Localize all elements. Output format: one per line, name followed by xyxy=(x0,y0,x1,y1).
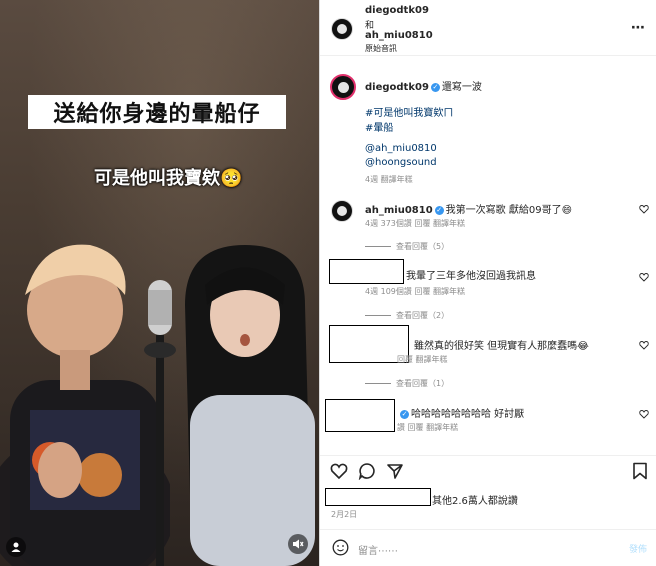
like-comment-icon[interactable] xyxy=(639,340,649,350)
header-username-2[interactable]: ah_miu0810 xyxy=(365,30,433,41)
header-audio-link[interactable]: 原始音訊 xyxy=(365,43,397,54)
replies-divider xyxy=(365,383,391,384)
caption-mention-2[interactable]: @hoongsound xyxy=(365,157,437,168)
verified-icon: ✓ xyxy=(400,409,409,419)
heart-icon[interactable] xyxy=(330,462,348,480)
comment-icon[interactable] xyxy=(358,462,376,480)
comment-4-line: ✓ 哈哈哈哈哈哈哈哈 好討厭 xyxy=(398,405,524,420)
actions-divider xyxy=(320,455,656,456)
comment-2-text: 我暈了三年多他沒回過我訊息 xyxy=(406,271,536,282)
comment-avatar[interactable] xyxy=(331,200,353,222)
likes-count[interactable]: 其他2.6萬人都說讚 xyxy=(432,492,518,507)
video-caption-box: 送給你身邊的暈船仔 xyxy=(28,95,286,129)
view-replies-3[interactable]: 查看回覆（1） xyxy=(396,378,449,389)
post-date: 2月2日 xyxy=(331,510,358,519)
more-options-icon[interactable]: ⋯ xyxy=(631,20,645,36)
emoji-icon[interactable] xyxy=(332,539,349,556)
verified-icon: ✓ xyxy=(430,82,440,92)
header-avatar[interactable] xyxy=(331,18,353,40)
caption-text: 還寫一波 xyxy=(441,82,482,93)
view-replies-2[interactable]: 查看回覆（2） xyxy=(396,310,449,321)
comment-1-text: 我第一次寫歌 獻給09哥了😄 xyxy=(445,205,572,216)
like-comment-icon[interactable] xyxy=(639,204,649,214)
caption-username[interactable]: diegodtk09 xyxy=(365,82,429,93)
caption-hashtag-1[interactable]: #可是他叫我寶欸ㄇ xyxy=(365,104,453,119)
post-video[interactable]: 送給你身邊的暈船仔 可是他叫我寶欸🥺 xyxy=(0,0,319,566)
save-icon[interactable] xyxy=(632,462,648,480)
replies-divider xyxy=(365,246,391,247)
mute-icon[interactable] xyxy=(288,534,308,554)
redacted-liker xyxy=(325,488,431,506)
share-icon[interactable] xyxy=(386,462,404,480)
like-comment-icon[interactable] xyxy=(639,272,649,282)
comment-1-line: ah_miu0810 ✓ 我第一次寫歌 獻給09哥了😄 xyxy=(365,201,572,216)
caption-meta: 4週 翻譯年糕 xyxy=(365,175,413,184)
caption-mention-1[interactable]: @ah_miu0810 xyxy=(365,143,437,154)
comment-4-text: 哈哈哈哈哈哈哈哈 好討厭 xyxy=(411,409,525,420)
comment-input[interactable]: 留言⋯⋯ xyxy=(358,542,398,557)
caption-avatar[interactable] xyxy=(330,74,356,100)
replies-divider xyxy=(365,315,391,316)
verified-icon: ✓ xyxy=(434,205,444,215)
comment-3-text: 雖然真的很好笑 但現實有人那麼蠢嗎😂 xyxy=(414,341,589,352)
view-replies-1[interactable]: 查看回覆（5） xyxy=(396,241,449,252)
post-header: diegodtk09 和 ah_miu0810 原始音訊 ⋯ xyxy=(320,0,656,56)
singer-right xyxy=(185,245,315,566)
video-subcaption: 可是他叫我寶欸🥺 xyxy=(94,168,243,189)
comment-2-meta[interactable]: 4週 109個讚 回覆 翻譯年糕 xyxy=(365,286,465,297)
user-tag-icon[interactable] xyxy=(6,537,26,557)
post-comment-button[interactable]: 發佈 xyxy=(629,542,647,555)
comment-4-meta[interactable]: 讚 回覆 翻譯年糕 xyxy=(397,422,458,433)
caption-hashtag-2[interactable]: #暈船 xyxy=(365,119,393,134)
redacted-commenter-1 xyxy=(329,259,404,284)
redacted-commenter-3 xyxy=(325,399,395,432)
comment-composer: 留言⋯⋯ 發佈 xyxy=(320,529,656,566)
comment-1-meta[interactable]: 4週 373個讚 回覆 翻譯年糕 xyxy=(365,218,465,229)
comment-1-username[interactable]: ah_miu0810 xyxy=(365,205,433,216)
post-details-panel: diegodtk09 和 ah_miu0810 原始音訊 ⋯ diegodtk0… xyxy=(319,0,656,566)
like-comment-icon[interactable] xyxy=(639,409,649,419)
caption-line: diegodtk09 ✓ 還寫一波 xyxy=(365,78,482,93)
header-username-1[interactable]: diegodtk09 xyxy=(365,5,429,16)
comment-3-meta[interactable]: 回覆 翻譯年糕 xyxy=(397,354,448,365)
video-caption: 送給你身邊的暈船仔 xyxy=(53,102,261,127)
microphone xyxy=(144,280,176,566)
